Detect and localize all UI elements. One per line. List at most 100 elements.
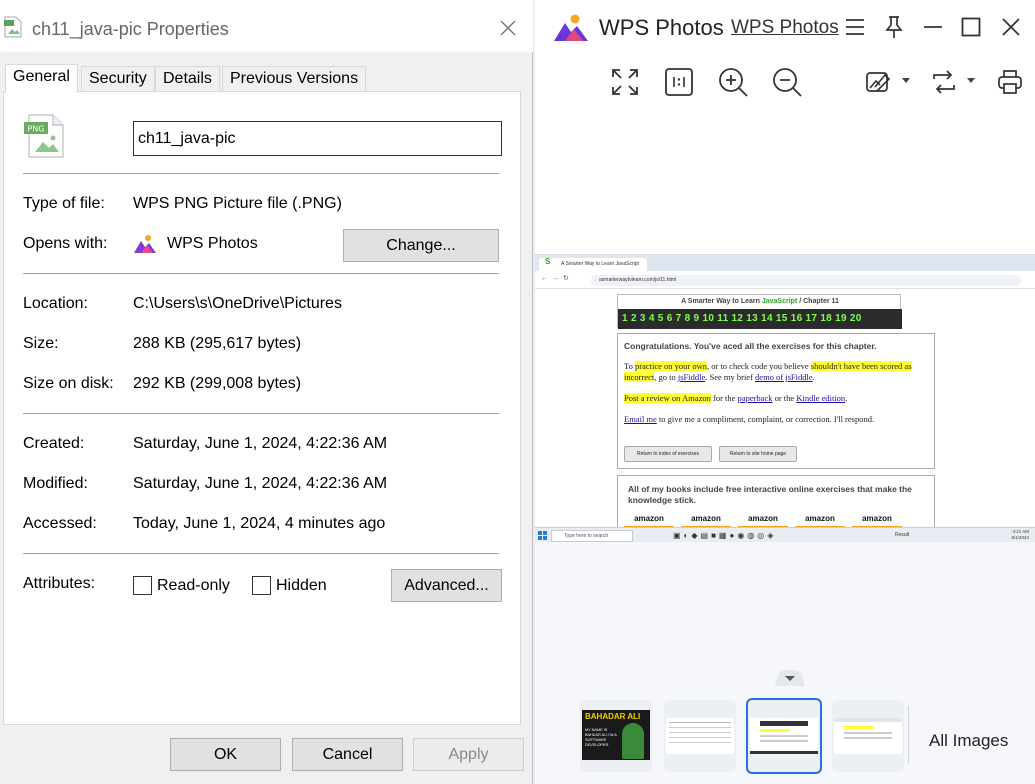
size-label: Size:	[23, 335, 59, 352]
divider	[23, 413, 499, 414]
all-images-button[interactable]: All Images	[929, 731, 1008, 751]
opens-with-value: WPS Photos	[167, 235, 258, 252]
rotate-icon[interactable]	[931, 69, 957, 95]
practice-paragraph: To practice on your own, or to check cod…	[624, 361, 912, 382]
wps-photos-logo-icon	[554, 14, 588, 41]
thumbnail-selected[interactable]	[746, 698, 822, 774]
readonly-label[interactable]: Read-only	[157, 577, 230, 595]
divider	[23, 273, 499, 274]
tab-general[interactable]: General	[5, 64, 78, 93]
email-paragraph: Email me to give me a compliment, compla…	[624, 414, 875, 424]
chevron-down-icon[interactable]	[966, 77, 976, 85]
divider	[23, 173, 499, 174]
amazon-logo: amazon	[681, 514, 731, 528]
thumbnail[interactable]	[664, 700, 736, 772]
tab-details[interactable]: Details	[155, 66, 220, 92]
type-value: WPS PNG Picture file (.PNG)	[133, 195, 342, 212]
actual-size-icon[interactable]	[664, 67, 694, 97]
taskbar-weather: Result	[895, 532, 910, 538]
zoom-in-icon[interactable]	[717, 66, 749, 98]
displayed-image[interactable]: A Smarter Way to Learn JavaScript S ←→↻ …	[535, 254, 1035, 542]
tab-previous-versions[interactable]: Previous Versions	[222, 66, 367, 92]
congrats-box: Congratulations. You've aced all the exe…	[617, 333, 935, 469]
location-label: Location:	[23, 295, 88, 312]
readonly-checkbox[interactable]	[133, 576, 152, 595]
browser-tab: A Smarter Way to Learn JavaScript	[539, 258, 647, 271]
general-tab-panel	[3, 91, 521, 725]
thumbnail-image	[750, 718, 818, 754]
modified-value: Saturday, June 1, 2024, 4:22:36 AM	[133, 475, 388, 492]
taskbar-clock: 4:21 AM 6/1/2024	[1011, 529, 1029, 540]
wps-photos-icon	[134, 235, 156, 253]
close-icon[interactable]	[1001, 17, 1021, 37]
png-icon-label: PNG	[27, 125, 44, 134]
chevron-down-icon[interactable]	[901, 77, 911, 85]
minimize-icon[interactable]	[923, 24, 943, 30]
print-icon[interactable]	[997, 69, 1023, 95]
opens-with-label: Opens with:	[23, 235, 108, 252]
url-field: asmarterwaytolearn.com/js/11.html	[591, 275, 1021, 286]
pin-icon[interactable]	[883, 15, 905, 39]
attributes-label: Attributes:	[23, 575, 96, 592]
thumbnail-image	[666, 718, 734, 754]
windows-start-icon	[538, 531, 547, 540]
site-favicon-icon: S	[545, 257, 551, 266]
browser-tab-bar: A Smarter Way to Learn JavaScript S	[535, 255, 1035, 271]
accessed-value: Today, June 1, 2024, 4 minutes ago	[133, 515, 386, 532]
dialog-title: ch11_java-pic Properties	[32, 19, 229, 39]
title-bar: ch11_java-pic Properties	[0, 0, 533, 52]
thumbnail-image: BAHADAR ALI MY NAME IS BAHDAR ALI I'M A …	[582, 710, 650, 760]
change-button[interactable]: Change...	[343, 229, 499, 262]
tab-security[interactable]: Security	[81, 66, 155, 92]
collapse-filmstrip-icon[interactable]	[775, 668, 805, 686]
size-on-disk-label: Size on disk:	[23, 375, 114, 392]
amazon-logo: amazon	[852, 514, 902, 528]
thumbnail-title: BAHADAR ALI	[585, 712, 641, 721]
header-prefix: A Smarter Way to Learn	[681, 298, 760, 305]
books-box: All of my books include free interactive…	[617, 475, 935, 535]
created-value: Saturday, June 1, 2024, 4:22:36 AM	[133, 435, 388, 452]
apply-button[interactable]: Apply	[413, 738, 524, 771]
file-name-input[interactable]	[133, 121, 502, 156]
wps-header: WPS Photos WPS Photos	[535, 0, 1035, 254]
created-label: Created:	[23, 435, 85, 452]
size-on-disk-value: 292 KB (299,008 bytes)	[133, 375, 302, 392]
png-file-icon	[4, 16, 22, 38]
maximize-icon[interactable]	[961, 17, 981, 37]
size-value: 288 KB (295,617 bytes)	[133, 335, 302, 352]
header-js: JavaScript	[761, 298, 798, 305]
amazon-logo: amazon	[795, 514, 845, 528]
properties-dialog: ch11_java-pic Properties General Securit…	[0, 0, 533, 784]
ok-button[interactable]: OK	[170, 738, 281, 771]
wps-photos-window: WPS Photos WPS Photos A Smarter Way to L…	[535, 0, 1035, 784]
books-text: All of my books include free interactive…	[628, 484, 912, 505]
app-link[interactable]: WPS Photos	[731, 17, 839, 39]
taskbar-search: Type here to search	[551, 530, 633, 542]
page-header-title: A Smarter Way to Learn JavaScript / Chap…	[618, 298, 902, 305]
windows-taskbar: Type here to search ▣◐◆▤■▦●◉◍◎◈ Result 4…	[535, 527, 1035, 542]
advanced-button[interactable]: Advanced...	[391, 569, 502, 602]
thumbnail-caption: MY NAME IS BAHDAR ALI I'M A SOFTWARE DEV…	[585, 728, 617, 747]
thumbnail[interactable]	[832, 700, 904, 772]
edit-image-icon[interactable]	[865, 69, 891, 95]
thumbnail[interactable]: BAHADAR ALI MY NAME IS BAHDAR ALI I'M A …	[580, 700, 652, 772]
cancel-button[interactable]: Cancel	[292, 738, 403, 771]
menu-icon[interactable]	[845, 17, 865, 37]
nav-arrows-icon: ←→↻	[541, 275, 573, 282]
header-suffix: / Chapter 11	[799, 298, 839, 305]
zoom-out-icon[interactable]	[771, 66, 803, 98]
page-header: A Smarter Way to Learn JavaScript / Chap…	[617, 294, 902, 329]
thumbnail-image	[834, 718, 902, 754]
person-photo	[622, 723, 644, 759]
divider	[908, 706, 909, 764]
hidden-checkbox[interactable]	[252, 576, 271, 595]
divider	[23, 553, 499, 554]
close-icon[interactable]	[496, 16, 520, 40]
png-file-icon: PNG	[24, 114, 64, 158]
accessed-label: Accessed:	[23, 515, 97, 532]
app-name: WPS Photos	[599, 15, 724, 40]
amazon-logo: amazon	[738, 514, 788, 528]
hidden-label[interactable]: Hidden	[276, 577, 327, 595]
chapter-numbers: 1 2 3 4 5 6 7 8 9 10 11 12 13 14 15 16 1…	[618, 309, 902, 329]
fit-screen-icon[interactable]	[611, 68, 639, 96]
